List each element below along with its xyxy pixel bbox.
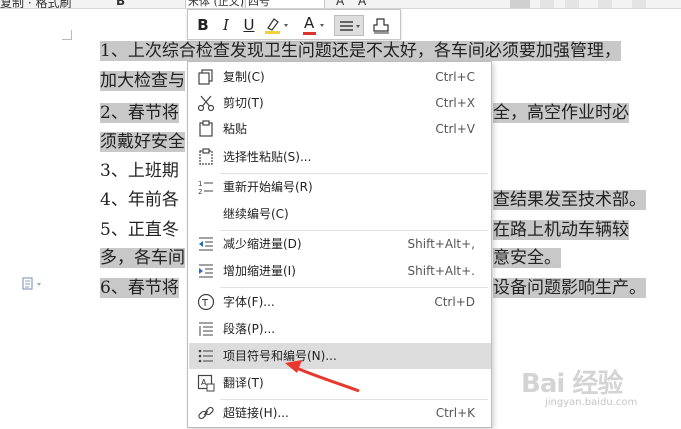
- paragraph-icon: [197, 320, 215, 338]
- shrink-font-button[interactable]: A: [358, 0, 366, 8]
- eraser-icon[interactable]: [370, 15, 394, 36]
- font-name-select[interactable]: 宋体 (正文): [185, 0, 244, 8]
- increase-indent-icon: [197, 262, 215, 280]
- align-button[interactable]: [540, 0, 554, 8]
- paragraph-3[interactable]: 3、上班期: [100, 158, 179, 184]
- mini-italic-button[interactable]: I: [216, 15, 236, 36]
- mini-bold-button[interactable]: B: [193, 15, 213, 36]
- menu-item-paragraph[interactable]: 段落(P)...: [189, 316, 491, 342]
- menu-item-cut[interactable]: 剪切(T) Ctrl+X: [189, 90, 491, 116]
- paragraph-5-cont[interactable]: 多，各车间: [100, 245, 185, 271]
- menu-item-paste[interactable]: 粘贴 Ctrl+V: [189, 116, 491, 142]
- paste-icon: [197, 120, 215, 138]
- menu-item-decrease-indent[interactable]: 减少缩进量(D) Shift+Alt+,: [189, 231, 491, 257]
- paragraph-4[interactable]: 4、年前各: [100, 187, 179, 213]
- translate-icon: A: [197, 374, 215, 392]
- grow-font-button[interactable]: A: [336, 0, 344, 8]
- menu-separator: [220, 287, 488, 288]
- menu-item-continue-numbering[interactable]: 继续编号(C): [189, 201, 491, 227]
- align-icon[interactable]: [334, 15, 364, 36]
- svg-text:A: A: [201, 378, 207, 387]
- menu-item-bullets-numbering[interactable]: 项目符号和编号(N)...: [189, 343, 491, 369]
- align-button-2[interactable]: [565, 0, 579, 8]
- menu-item-translate[interactable]: A 翻译(T): [189, 370, 491, 396]
- menu-item-font[interactable]: T 字体(F)... Ctrl+D: [189, 289, 491, 315]
- mini-toolbar: B I U A: [187, 9, 401, 40]
- menu-item-hyperlink[interactable]: 超链接(H)... Ctrl+K: [189, 400, 491, 426]
- paragraph-2-cont[interactable]: 须戴好安全: [100, 129, 185, 155]
- line-spacing-button[interactable]: [598, 0, 612, 8]
- bullets-numbering-icon: [197, 347, 215, 365]
- cut-icon: [197, 94, 215, 112]
- menu-item-paste-special[interactable]: 选择性粘贴(S)...: [189, 144, 491, 170]
- menu-item-copy[interactable]: 复制(C) Ctrl+C: [189, 64, 491, 90]
- paragraph-6[interactable]: 6、春节将: [100, 275, 179, 301]
- paragraph-5-cont-tail[interactable]: 意安全。: [493, 245, 561, 271]
- paragraph-1-cont[interactable]: 加大检查与: [100, 68, 185, 94]
- paragraph-5[interactable]: 5、正直冬: [100, 217, 179, 243]
- copy-icon: [197, 68, 215, 86]
- font-icon: T: [197, 293, 215, 311]
- baidu-watermark: Bai 经验 jingyan.baidu.com: [521, 369, 638, 408]
- paragraph-2[interactable]: 2、春节将: [100, 100, 179, 126]
- mini-underline-button[interactable]: U: [239, 15, 259, 36]
- paragraph-5-tail[interactable]: 在路上机动车辆较: [493, 217, 629, 243]
- paste-special-icon: [197, 148, 215, 166]
- hyperlink-icon: [197, 404, 215, 422]
- paragraph-2-tail[interactable]: 全，高空作业时必: [493, 100, 629, 126]
- paragraph-4-tail[interactable]: 查结果发至技术部。: [493, 187, 646, 213]
- restart-numbering-icon: 12: [197, 178, 215, 196]
- context-menu: 复制(C) Ctrl+C 剪切(T) Ctrl+X 粘贴 Ctrl+V 选择性粘…: [187, 61, 492, 428]
- font-color-button[interactable]: A: [300, 14, 328, 36]
- ribbon-bold-button[interactable]: B: [116, 0, 125, 8]
- svg-text:1: 1: [198, 180, 202, 188]
- menu-item-increase-indent[interactable]: 增加缩进量(I) Shift+Alt+.: [189, 258, 491, 284]
- svg-text:2: 2: [198, 188, 202, 196]
- font-size-select[interactable]: 四号: [245, 0, 325, 8]
- margin-corner-mark: [62, 30, 72, 40]
- svg-text:T: T: [201, 298, 209, 309]
- align-justify-button[interactable]: [510, 0, 530, 8]
- borders-button[interactable]: [632, 0, 646, 8]
- paragraph-6-tail[interactable]: 设备问题影响生产。: [493, 275, 646, 301]
- highlight-icon[interactable]: [262, 15, 292, 36]
- menu-item-restart-numbering[interactable]: 12 重新开始编号(R): [189, 174, 491, 200]
- paragraph-options-icon[interactable]: [22, 277, 46, 294]
- decrease-indent-icon: [197, 235, 215, 253]
- ribbon-strip: 复制 · 格式刷 B 宋体 (正文) 四号 A A: [0, 0, 681, 9]
- ribbon-copy-format-label[interactable]: 复制 · 格式刷: [0, 0, 71, 8]
